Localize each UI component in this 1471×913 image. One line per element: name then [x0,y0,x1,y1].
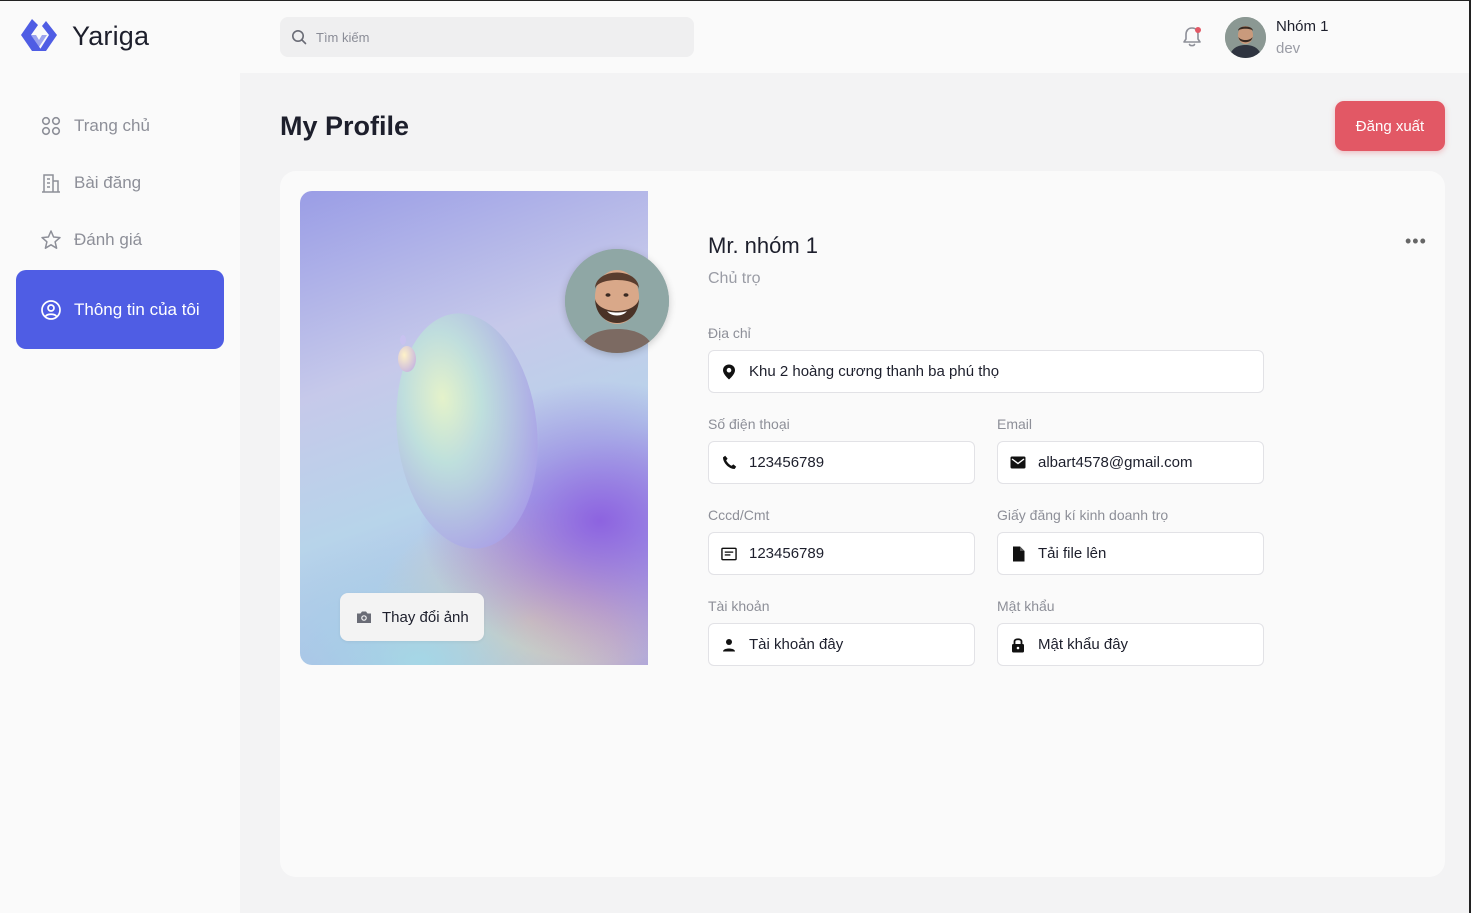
account-label: Tài khoản [708,598,770,614]
lock-icon [1010,637,1026,653]
email-value: albart4578@gmail.com [1038,454,1193,471]
account-value: Tài khoản đây [749,636,844,653]
sidebar-item-label: Bài đăng [74,173,142,192]
camera-icon [357,611,371,623]
password-label: Mật khẩu [997,598,1055,614]
address-label: Địa chỉ [708,325,751,341]
user-name: Nhóm 1 [1276,18,1329,35]
email-field[interactable]: albart4578@gmail.com [997,441,1264,484]
sidebar: Trang chủ Bài đăng Đánh giá Thông tin củ… [0,73,240,913]
cover-decoration [385,306,549,556]
app-name: Yariga [72,20,150,51]
user-role: dev [1276,40,1301,57]
password-field[interactable]: Mật khẩu đây [997,623,1264,666]
address-value: Khu 2 hoàng cương thanh ba phú thọ [749,363,1000,380]
phone-value: 123456789 [749,454,825,471]
profile-role: Chủ trọ [708,270,761,287]
cccd-value: 123456789 [749,545,825,562]
profile-avatar[interactable] [565,249,669,353]
address-field[interactable]: Khu 2 hoàng cương thanh ba phú thọ [708,350,1264,393]
user-avatar[interactable] [1225,17,1266,58]
logo[interactable]: Yariga [18,17,149,55]
account-field[interactable]: Tài khoản đây [708,623,975,666]
search-input[interactable] [316,29,676,45]
user-avatar-image [1225,17,1266,58]
sidebar-item-label: Thông tin của tôi [74,300,200,319]
sidebar-item-label: Đánh giá [74,230,143,249]
grid-icon [40,115,62,137]
profile-name: Mr. nhóm 1 [708,233,819,258]
password-value: Mật khẩu đây [1038,636,1129,653]
cover-decoration [398,346,416,372]
cccd-label: Cccd/Cmt [708,507,770,523]
profile-avatar-image [565,249,669,353]
sidebar-item-label: Trang chủ [74,116,150,135]
sidebar-item-home[interactable]: Trang chủ [16,115,224,137]
profile-card: Thay đổi ảnh Mr. nhóm 1 Chủ trọ ••• Địa … [280,171,1445,877]
license-value: Tải file lên [1038,545,1107,562]
search-icon [292,30,307,45]
email-label: Email [997,416,1033,432]
id-card-icon [721,546,737,562]
sidebar-item-my-info[interactable]: Thông tin của tôi [16,270,224,349]
phone-label: Số điện thoại [708,416,790,432]
sidebar-item-posts[interactable]: Bài đăng [16,172,224,194]
top-bar: Yariga Nhóm 1 dev [0,1,1469,73]
star-icon [40,229,62,251]
search-bar[interactable] [280,17,694,57]
envelope-icon [1010,455,1026,471]
user-icon [721,637,737,653]
cccd-field[interactable]: 123456789 [708,532,975,575]
license-label: Giấy đăng kí kinh doanh trọ [997,507,1169,523]
file-icon [1010,546,1026,562]
phone-icon [721,455,737,471]
license-upload-field[interactable]: Tải file lên [997,532,1264,575]
logout-button[interactable]: Đăng xuất [1335,101,1445,151]
notification-bell-icon[interactable] [1180,25,1204,49]
cover-decoration [400,335,406,345]
change-photo-button[interactable]: Thay đổi ảnh [340,593,484,641]
location-pin-icon [721,364,737,380]
more-options-icon[interactable]: ••• [1405,231,1427,252]
sidebar-item-reviews[interactable]: Đánh giá [16,229,224,251]
phone-field[interactable]: 123456789 [708,441,975,484]
change-photo-label: Thay đổi ảnh [382,608,469,626]
page-title: My Profile [280,111,410,141]
user-circle-icon [40,299,62,321]
building-icon [40,172,62,194]
yariga-logo-icon [21,19,57,51]
